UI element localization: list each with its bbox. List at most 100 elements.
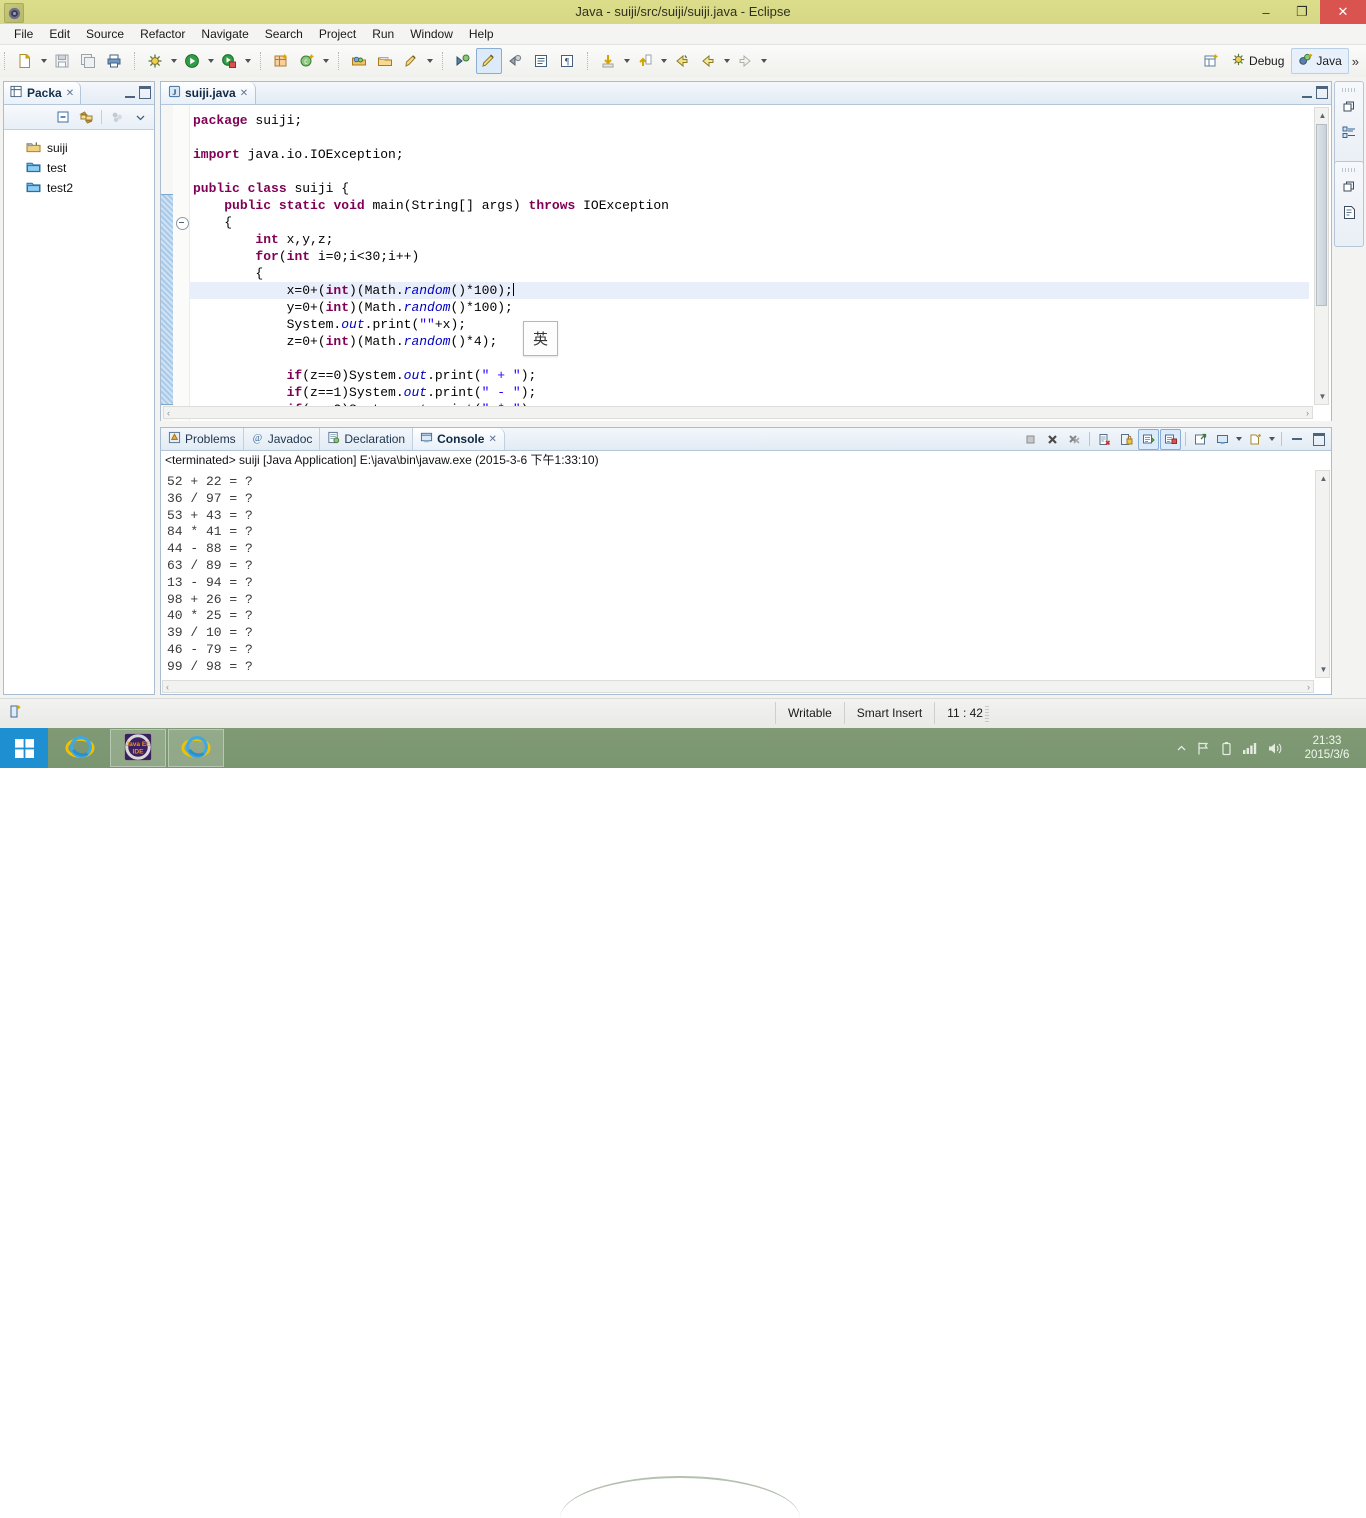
console-vertical-scrollbar[interactable]: ▲ ▼ <box>1315 470 1330 678</box>
close-icon[interactable]: ✕ <box>66 88 74 99</box>
run-external-tools-icon[interactable] <box>216 48 242 74</box>
block-selection-icon[interactable]: ¶ <box>554 48 580 74</box>
toggle-mark-occurrences-icon[interactable] <box>476 48 502 74</box>
goto-last-edit-dropdown-icon[interactable] <box>658 49 669 73</box>
forward-icon[interactable] <box>732 48 758 74</box>
menu-help[interactable]: Help <box>461 25 502 43</box>
search-icon[interactable] <box>398 48 424 74</box>
scroll-up-icon[interactable]: ▲ <box>1316 471 1331 486</box>
taskbar-clock[interactable]: 21:33 2015/3/6 <box>1292 734 1358 762</box>
taskbar-item-internet-explorer[interactable] <box>52 729 108 767</box>
drag-grip[interactable] <box>1342 168 1356 172</box>
run-icon[interactable] <box>179 48 205 74</box>
last-edit-dropdown-icon[interactable] <box>621 49 632 73</box>
last-edit-location-icon[interactable] <box>595 48 621 74</box>
forward-dropdown-icon[interactable] <box>758 49 769 73</box>
volume-icon[interactable] <box>1267 741 1283 756</box>
scroll-down-icon[interactable]: ▼ <box>1316 662 1331 677</box>
clear-console-icon[interactable] <box>1094 429 1115 450</box>
outline-view-icon[interactable] <box>1339 122 1359 142</box>
close-icon[interactable]: ✕ <box>488 434 496 445</box>
perspective-debug[interactable]: Debug <box>1224 48 1291 74</box>
tab-javadoc[interactable]: @ Javadoc <box>244 428 321 450</box>
new-java-package-icon[interactable] <box>268 48 294 74</box>
tab-suiji-java[interactable]: J suiji.java ✕ <box>161 82 257 104</box>
windows-start-icon[interactable] <box>0 728 48 768</box>
perspective-more-button[interactable]: » <box>1349 54 1362 69</box>
fold-collapse-icon[interactable] <box>176 217 189 230</box>
tab-declaration[interactable]: Declaration <box>320 428 414 450</box>
print-icon[interactable] <box>101 48 127 74</box>
remove-all-terminated-icon[interactable] <box>1064 429 1085 450</box>
menu-search[interactable]: Search <box>257 25 311 43</box>
new-file-icon[interactable] <box>12 48 38 74</box>
run-dropdown-icon[interactable] <box>205 49 216 73</box>
scrollbar-thumb[interactable] <box>1316 124 1327 306</box>
tree-item-test[interactable]: test <box>4 158 154 178</box>
taskbar-item-internet-explorer-2[interactable] <box>168 729 224 767</box>
maximize-icon[interactable] <box>139 86 151 99</box>
menu-source[interactable]: Source <box>78 25 132 43</box>
maximize-button[interactable]: ❐ <box>1284 0 1320 24</box>
minimize-icon[interactable] <box>1286 429 1307 450</box>
menu-navigate[interactable]: Navigate <box>193 25 256 43</box>
search-dropdown-icon[interactable] <box>424 49 435 73</box>
menu-refactor[interactable]: Refactor <box>132 25 193 43</box>
scroll-lock-icon[interactable] <box>1116 429 1137 450</box>
tree-item-suiji[interactable]: suiji <box>4 138 154 158</box>
menu-run[interactable]: Run <box>364 25 402 43</box>
restore-icon[interactable] <box>1339 97 1359 117</box>
minimize-icon[interactable] <box>125 87 135 98</box>
run-external-dropdown-icon[interactable] <box>242 49 253 73</box>
scroll-right-icon[interactable]: › <box>1307 682 1310 692</box>
back-history-icon[interactable] <box>669 48 695 74</box>
minimize-icon[interactable] <box>1302 87 1312 98</box>
display-selected-console-icon[interactable] <box>1212 429 1233 450</box>
editor-code-area[interactable]: package suiji; import java.io.IOExceptio… <box>189 105 1309 407</box>
open-type-icon[interactable] <box>346 48 372 74</box>
pin-console-icon[interactable] <box>1190 429 1211 450</box>
minimize-button[interactable]: – <box>1248 0 1284 24</box>
scroll-right-icon[interactable]: › <box>1306 408 1309 418</box>
new-file-dropdown-icon[interactable] <box>38 49 49 73</box>
goto-last-edit-icon[interactable] <box>632 48 658 74</box>
show-console-on-output-icon[interactable] <box>1138 428 1159 450</box>
battery-icon[interactable] <box>1220 741 1233 756</box>
save-icon[interactable] <box>49 48 75 74</box>
menu-file[interactable]: File <box>6 25 41 43</box>
show-console-on-error-icon[interactable] <box>1160 428 1181 450</box>
action-center-icon[interactable] <box>1196 741 1211 756</box>
save-all-icon[interactable] <box>75 48 101 74</box>
editor-body[interactable]: package suiji; import java.io.IOExceptio… <box>161 105 1331 421</box>
open-console-icon[interactable] <box>1245 429 1266 450</box>
close-button[interactable]: ✕ <box>1320 0 1366 24</box>
back-icon[interactable] <box>695 48 721 74</box>
tab-console[interactable]: Console ✕ <box>413 428 505 450</box>
scroll-up-icon[interactable]: ▲ <box>1315 108 1330 123</box>
collapse-all-icon[interactable] <box>53 107 73 127</box>
maximize-icon[interactable] <box>1316 86 1328 99</box>
chevron-down-icon[interactable] <box>130 107 150 127</box>
tab-package-explorer[interactable]: Packa ✕ <box>4 82 82 104</box>
menu-window[interactable]: Window <box>402 25 461 43</box>
drag-grip[interactable] <box>1342 88 1356 92</box>
editor-horizontal-scrollbar[interactable]: ‹ › <box>163 406 1313 419</box>
editor-vertical-scrollbar[interactable]: ▲ ▼ <box>1314 107 1329 405</box>
link-with-editor-icon[interactable] <box>76 107 96 127</box>
perspective-java[interactable]: Java <box>1291 48 1349 74</box>
previous-annotation-icon[interactable] <box>502 48 528 74</box>
open-task-icon[interactable] <box>372 48 398 74</box>
debug-icon[interactable] <box>142 48 168 74</box>
maximize-icon[interactable] <box>1308 429 1329 450</box>
display-console-dropdown-icon[interactable] <box>1234 430 1244 449</box>
task-list-icon[interactable] <box>1339 202 1359 222</box>
new-java-class-icon[interactable]: C <box>294 48 320 74</box>
new-java-dropdown-icon[interactable] <box>320 49 331 73</box>
debug-dropdown-icon[interactable] <box>168 49 179 73</box>
next-annotation-icon[interactable] <box>450 48 476 74</box>
tab-problems[interactable]: Problems <box>161 428 244 450</box>
taskbar-item-eclipse[interactable]: Java EE IDE <box>110 729 166 767</box>
remove-launch-icon[interactable] <box>1042 429 1063 450</box>
scroll-left-icon[interactable]: ‹ <box>166 682 169 692</box>
menu-project[interactable]: Project <box>311 25 364 43</box>
